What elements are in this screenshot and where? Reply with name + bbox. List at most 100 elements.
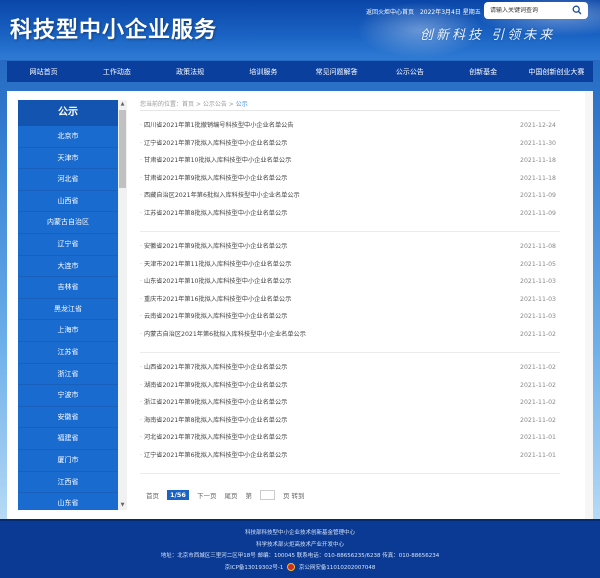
item-title[interactable]: 安徽省2021年第9批拟入库科技型中小企业名单公示 [140, 238, 287, 256]
right-edge-stripe [585, 91, 593, 519]
list-item[interactable]: 天津市2021年第11批拟入库科技型中小企业名单公示 2021-11-05 [140, 256, 560, 274]
sidebar-item[interactable]: 黑龙江省 [18, 299, 118, 321]
item-date: 2021-12-24 [520, 122, 556, 129]
nav-item-announcements[interactable]: 公示公告 [373, 67, 446, 77]
list-item[interactable]: 甘肃省2021年第10批拟入库科技型中小企业名单公示 2021-11-18 [140, 152, 560, 170]
item-date: 2021-11-18 [520, 157, 556, 164]
list-item[interactable]: 山东省2021年第10批拟入库科技型中小企业名单公示 2021-11-03 [140, 273, 560, 291]
list-item[interactable]: 西藏自治区2021年第6批拟入库科技型中小企业名单公示 2021-11-09 [140, 187, 560, 205]
item-title[interactable]: 甘肃省2021年第9批拟入库科技型中小企业名单公示 [140, 170, 287, 188]
item-title[interactable]: 天津市2021年第11批拟入库科技型中小企业名单公示 [140, 256, 291, 274]
nav-item-training[interactable]: 培训服务 [227, 67, 300, 77]
sidebar-scrollbar[interactable]: ▲ ▼ [118, 100, 127, 510]
breadcrumb-prefix: 您当前的位置： [140, 101, 183, 108]
list-item[interactable]: 湖南省2021年第9批拟入库科技型中小企业名单公示 2021-11-02 [140, 377, 560, 395]
item-date: 2021-11-03 [520, 278, 556, 285]
search-box [484, 2, 588, 19]
sidebar-item[interactable]: 内蒙古自治区 [18, 212, 118, 234]
pager-first[interactable]: 首页 [146, 490, 159, 500]
breadcrumb-separator: > [194, 101, 203, 108]
sidebar-item[interactable]: 上海市 [18, 320, 118, 342]
list-item[interactable]: 云南省2021年第9批拟入库科技型中小企业名单公示 2021-11-03 [140, 308, 560, 326]
footer-address: 地址：北京市西城区三里河二区甲18号 邮编：100045 联系电话：010-88… [160, 553, 440, 559]
breadcrumb-separator: > [226, 101, 236, 108]
nav-item-faq[interactable]: 常见问题解答 [300, 67, 373, 77]
list-item[interactable]: 甘肃省2021年第9批拟入库科技型中小企业名单公示 2021-11-18 [140, 170, 560, 188]
list-item[interactable]: 四川省2021年第1批撤销编号科技型中小企业名单公告 2021-12-24 [140, 117, 560, 135]
scroll-down-arrow-icon[interactable]: ▼ [118, 501, 127, 510]
breadcrumb-section[interactable]: 公示公告 [203, 101, 227, 108]
item-title[interactable]: 辽宁省2021年第6批拟入库科技型中小企业名单公示 [140, 447, 287, 465]
sidebar-item[interactable]: 河北省 [18, 169, 118, 191]
list-item[interactable]: 浙江省2021年第9批拟入库科技型中小企业名单公示 2021-11-02 [140, 394, 560, 412]
nav-item-work-news[interactable]: 工作动态 [80, 67, 153, 77]
sidebar-item[interactable]: 山东省 [18, 493, 118, 510]
sidebar-item[interactable]: 吉林省 [18, 277, 118, 299]
site-title: 科技型中小企业服务 [10, 17, 218, 43]
list-item[interactable]: 河北省2021年第7批拟入库科技型中小企业名单公示 2021-11-01 [140, 429, 560, 447]
search-icon[interactable] [572, 5, 582, 15]
current-date: 2022年3月4日 星期五 [419, 9, 481, 16]
item-title[interactable]: 山东省2021年第10批拟入库科技型中小企业名单公示 [140, 273, 291, 291]
sidebar-item[interactable]: 大连市 [18, 256, 118, 278]
sidebar-item[interactable]: 北京市 [18, 126, 118, 148]
item-title[interactable]: 四川省2021年第1批撤销编号科技型中小企业名单公告 [140, 117, 294, 135]
item-title[interactable]: 西藏自治区2021年第6批拟入库科技型中小企业名单公示 [140, 187, 300, 205]
list-item[interactable]: 山西省2021年第7批拟入库科技型中小企业名单公示 2021-11-02 [140, 359, 560, 377]
list-item[interactable]: 安徽省2021年第9批拟入库科技型中小企业名单公示 2021-11-08 [140, 238, 560, 256]
sidebar-item[interactable]: 安徽省 [18, 407, 118, 429]
list-item[interactable]: 海南省2021年第8批拟入库科技型中小企业名单公示 2021-11-02 [140, 412, 560, 430]
nav-item-policy[interactable]: 政策法规 [154, 67, 227, 77]
sidebar-item[interactable]: 宁波市 [18, 385, 118, 407]
home-link[interactable]: 返回火炬中心首页 [366, 9, 414, 16]
list-item[interactable]: 辽宁省2021年第6批拟入库科技型中小企业名单公示 2021-11-01 [140, 447, 560, 465]
item-title[interactable]: 甘肃省2021年第10批拟入库科技型中小企业名单公示 [140, 152, 291, 170]
list-item[interactable]: 内蒙古自治区2021年第6批拟入库科技型中小企业名单公示 2021-11-02 [140, 326, 560, 344]
nav-item-home[interactable]: 网站首页 [7, 67, 80, 77]
sidebar-item[interactable]: 江西省 [18, 472, 118, 494]
sidebar-item[interactable]: 江苏省 [18, 342, 118, 364]
item-date: 2021-11-02 [520, 416, 556, 424]
pager-goto-input[interactable] [259, 490, 275, 500]
item-date: 2021-11-03 [520, 295, 556, 303]
sidebar-item[interactable]: 浙江省 [18, 364, 118, 386]
item-title[interactable]: 云南省2021年第9批拟入库科技型中小企业名单公示 [140, 308, 287, 326]
sidebar: 公示 北京市 天津市 河北省 山西省 内蒙古自治区 辽宁省 大连市 吉林省 黑龙… [18, 100, 118, 510]
sidebar-item[interactable]: 山西省 [18, 191, 118, 213]
search-input[interactable] [490, 7, 566, 14]
scroll-up-arrow-icon[interactable]: ▲ [118, 100, 127, 109]
footer-police[interactable]: 京公网安备11010202007048 [299, 565, 376, 571]
pager-last[interactable]: 尾页 [224, 490, 237, 500]
item-title[interactable]: 浙江省2021年第9批拟入库科技型中小企业名单公示 [140, 394, 287, 412]
item-date: 2021-11-01 [520, 451, 556, 459]
item-title[interactable]: 海南省2021年第8批拟入库科技型中小企业名单公示 [140, 412, 287, 430]
item-title[interactable]: 山西省2021年第7批拟入库科技型中小企业名单公示 [140, 359, 287, 377]
item-title[interactable]: 湖南省2021年第9批拟入库科技型中小企业名单公示 [140, 377, 287, 395]
nav-item-competition[interactable]: 中国创新创业大赛 [520, 67, 593, 77]
item-date: 2021-11-02 [520, 364, 556, 371]
item-title[interactable]: 江苏省2021年第8批拟入库科技型中小企业名单公示 [140, 205, 287, 223]
sidebar-item[interactable]: 福建省 [18, 428, 118, 450]
item-title[interactable]: 重庆市2021年第16批拟入库科技型中小企业名单公示 [140, 291, 291, 309]
footer: 科技部科技型中小企业技术创新基金管理中心 科学技术部火炬高技术产业开发中心 地址… [0, 519, 600, 578]
list-item[interactable]: 重庆市2021年第16批拟入库科技型中小企业名单公示 2021-11-03 [140, 291, 560, 309]
pager-goto-button[interactable]: 转到 [292, 492, 305, 500]
scrollbar-thumb[interactable] [119, 110, 126, 188]
footer-icp[interactable]: 京ICP备13019302号-1 [225, 565, 284, 571]
item-date: 2021-11-02 [520, 381, 556, 389]
item-title[interactable]: 河北省2021年第7批拟入库科技型中小企业名单公示 [140, 429, 287, 447]
item-title[interactable]: 辽宁省2021年第7批拟入库科技型中小企业名单公示 [140, 135, 287, 153]
sidebar-item[interactable]: 辽宁省 [18, 234, 118, 256]
pagination: 首页 1/56 下一页 尾页 第 页 转到 [146, 490, 560, 500]
nav-item-innovation-fund[interactable]: 创新基金 [447, 67, 520, 77]
footer-org-1: 科技部科技型中小企业技术创新基金管理中心 [244, 530, 355, 536]
breadcrumb-home[interactable]: 首页 [182, 101, 194, 108]
list-item[interactable]: 江苏省2021年第8批拟入库科技型中小企业名单公示 2021-11-09 [140, 205, 560, 223]
breadcrumb-current: 公示 [235, 101, 248, 108]
sidebar-item[interactable]: 天津市 [18, 148, 118, 170]
pager-next[interactable]: 下一页 [197, 490, 217, 500]
item-title[interactable]: 内蒙古自治区2021年第6批拟入库科技型中小企业名单公示 [140, 326, 306, 344]
pager-current-page: 1/56 [167, 490, 189, 500]
sidebar-item[interactable]: 厦门市 [18, 450, 118, 472]
list-item[interactable]: 辽宁省2021年第7批拟入库科技型中小企业名单公示 2021-11-30 [140, 135, 560, 153]
